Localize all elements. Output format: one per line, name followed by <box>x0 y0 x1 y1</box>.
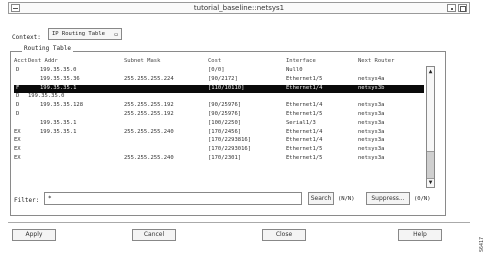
cell-acct: F <box>16 84 20 91</box>
cell-next: netsys4a <box>358 75 385 82</box>
cell-iface: Ethernet1/4 <box>286 102 323 109</box>
table-body: D 199.35.35.0 [0/0] Null0 199.35.35.36 2… <box>14 67 424 164</box>
cell-dest: 199.35.35.0 <box>28 93 65 100</box>
table-row[interactable]: D 199.35.35.128 255.255.255.192 [90/2597… <box>14 102 424 111</box>
cell-iface: Null0 <box>286 67 303 73</box>
cell-acct: D <box>16 67 20 73</box>
cell-next: netsys3a <box>358 137 385 144</box>
cell-dest: 199.35.35.128 <box>40 102 84 109</box>
table-row[interactable]: D 199.35.35.0 <box>14 93 424 102</box>
cell-cost: [170/2293816] <box>208 137 252 144</box>
filter-label: Filter: <box>14 197 40 204</box>
cell-acct: D <box>16 93 20 100</box>
cell-iface: Ethernet1/4 <box>286 137 323 144</box>
table-row[interactable]: EX [170/2293016] Ethernet1/5 netsys3a <box>14 146 424 155</box>
cell-next: netsys3a <box>358 110 385 117</box>
col-header-acct[interactable]: Acct <box>14 58 27 64</box>
col-header-cost[interactable]: Cost <box>208 58 221 64</box>
minimize-icon[interactable] <box>447 4 456 12</box>
table-header: Acct Dest Addr Subnet Mask Cost Interfac… <box>14 58 424 66</box>
cell-acct: EX <box>14 137 21 144</box>
window-title: tutorial_baseline::netsys1 <box>193 4 285 12</box>
apply-button[interactable]: Apply <box>12 229 56 241</box>
cell-dest: 199.35.35.0 <box>40 67 77 73</box>
cancel-button[interactable]: Cancel <box>132 229 176 241</box>
cell-iface: Ethernet1/4 <box>286 84 323 91</box>
cell-acct: EX <box>14 128 21 135</box>
table-row[interactable]: D 255.255.255.192 [90/25976] Ethernet1/5… <box>14 111 424 120</box>
title-bar: tutorial_baseline::netsys1 <box>8 2 470 14</box>
cell-mask: 255.255.255.192 <box>124 110 174 117</box>
cell-mask: 255.255.255.240 <box>124 154 174 161</box>
filter-input[interactable]: * <box>44 192 302 205</box>
cell-acct: D <box>16 102 20 109</box>
help-button[interactable]: Help <box>398 229 442 241</box>
context-select-value: IP Routing Table <box>52 31 105 37</box>
close-button[interactable]: Close <box>262 229 306 241</box>
cell-cost: [110/10110] <box>208 84 245 91</box>
cell-acct: EX <box>14 154 21 161</box>
cell-next: netsys3a <box>358 102 385 109</box>
cell-next: netsys3b <box>358 84 385 91</box>
search-button[interactable]: Search <box>308 192 334 205</box>
cell-acct: EX <box>14 146 21 153</box>
cell-iface: Ethernet1/5 <box>286 75 323 82</box>
col-header-interface[interactable]: Interface <box>286 58 316 64</box>
cell-iface: Serial1/3 <box>286 119 316 126</box>
cell-cost: [170/2301] <box>208 154 242 161</box>
cell-cost: [0/0] <box>208 67 225 73</box>
cell-dest: 199.35.35.1 <box>40 84 77 91</box>
cell-mask: 255.255.255.192 <box>124 102 174 109</box>
cell-iface: Ethernet1/4 <box>286 128 323 135</box>
cell-next: netsys3a <box>358 146 385 153</box>
cell-cost: [100/2250] <box>208 119 242 126</box>
table-row[interactable]: 199.35.35.36 255.255.255.224 [90/2172] E… <box>14 76 424 85</box>
cell-cost: [90/25976] <box>208 102 242 109</box>
routing-table-window: tutorial_baseline::netsys1 Context: IP R… <box>0 0 470 256</box>
figure-code: S6417 <box>479 236 485 252</box>
table-row-selected[interactable]: F 199.35.35.1 [110/10110] Ethernet1/4 ne… <box>14 84 424 94</box>
cell-iface: Ethernet1/5 <box>286 110 323 117</box>
context-select[interactable]: IP Routing Table ▭ <box>48 28 122 40</box>
divider <box>8 222 470 223</box>
suppress-count: (0/N) <box>414 196 431 202</box>
table-row[interactable]: D 199.35.35.0 [0/0] Null0 <box>14 67 424 76</box>
routing-table-label: Routing Table <box>22 45 73 52</box>
table-row[interactable]: EX 199.35.35.1 255.255.255.240 [170/2456… <box>14 129 424 138</box>
table-scrollbar[interactable]: ▲ ▼ <box>426 66 435 188</box>
col-header-subnet-mask[interactable]: Subnet Mask <box>124 58 160 64</box>
cell-dest: 199.35.35.36 <box>40 75 80 82</box>
cell-cost: [90/2172] <box>208 75 238 82</box>
cell-mask: 255.255.255.240 <box>124 128 174 135</box>
col-header-next-router[interactable]: Next Router <box>358 58 394 64</box>
scroll-down-icon[interactable]: ▼ <box>427 178 434 187</box>
cell-mask: 255.255.255.224 <box>124 75 174 82</box>
cell-dest: 199.35.35.1 <box>40 128 77 135</box>
cell-next: netsys3a <box>358 119 385 126</box>
table-row[interactable]: 199.35.35.1 [100/2250] Serial1/3 netsys3… <box>14 120 424 129</box>
cell-next: netsys3a <box>358 154 385 161</box>
search-count: (N/N) <box>338 196 355 202</box>
table-row[interactable]: EX [170/2293816] Ethernet1/4 netsys3a <box>14 137 424 146</box>
cell-cost: [170/2293016] <box>208 146 252 153</box>
cell-next: netsys3a <box>358 128 385 135</box>
table-row[interactable]: EX 255.255.255.240 [170/2301] Ethernet1/… <box>14 155 424 164</box>
scroll-up-icon[interactable]: ▲ <box>427 67 434 76</box>
chevron-down-icon: ▭ <box>114 31 118 38</box>
cell-iface: Ethernet1/5 <box>286 154 323 161</box>
cell-iface: Ethernet1/5 <box>286 146 323 153</box>
scrollbar-thumb[interactable] <box>427 151 434 179</box>
cell-cost: [90/25976] <box>208 110 242 117</box>
cell-cost: [170/2456] <box>208 128 242 135</box>
context-label: Context: <box>12 34 41 41</box>
maximize-icon[interactable] <box>458 4 467 12</box>
cell-dest: 199.35.35.1 <box>40 119 77 126</box>
suppress-button[interactable]: Suppress... <box>366 192 410 205</box>
cell-acct: D <box>16 110 20 117</box>
col-header-dest-addr[interactable]: Dest Addr <box>28 58 58 64</box>
